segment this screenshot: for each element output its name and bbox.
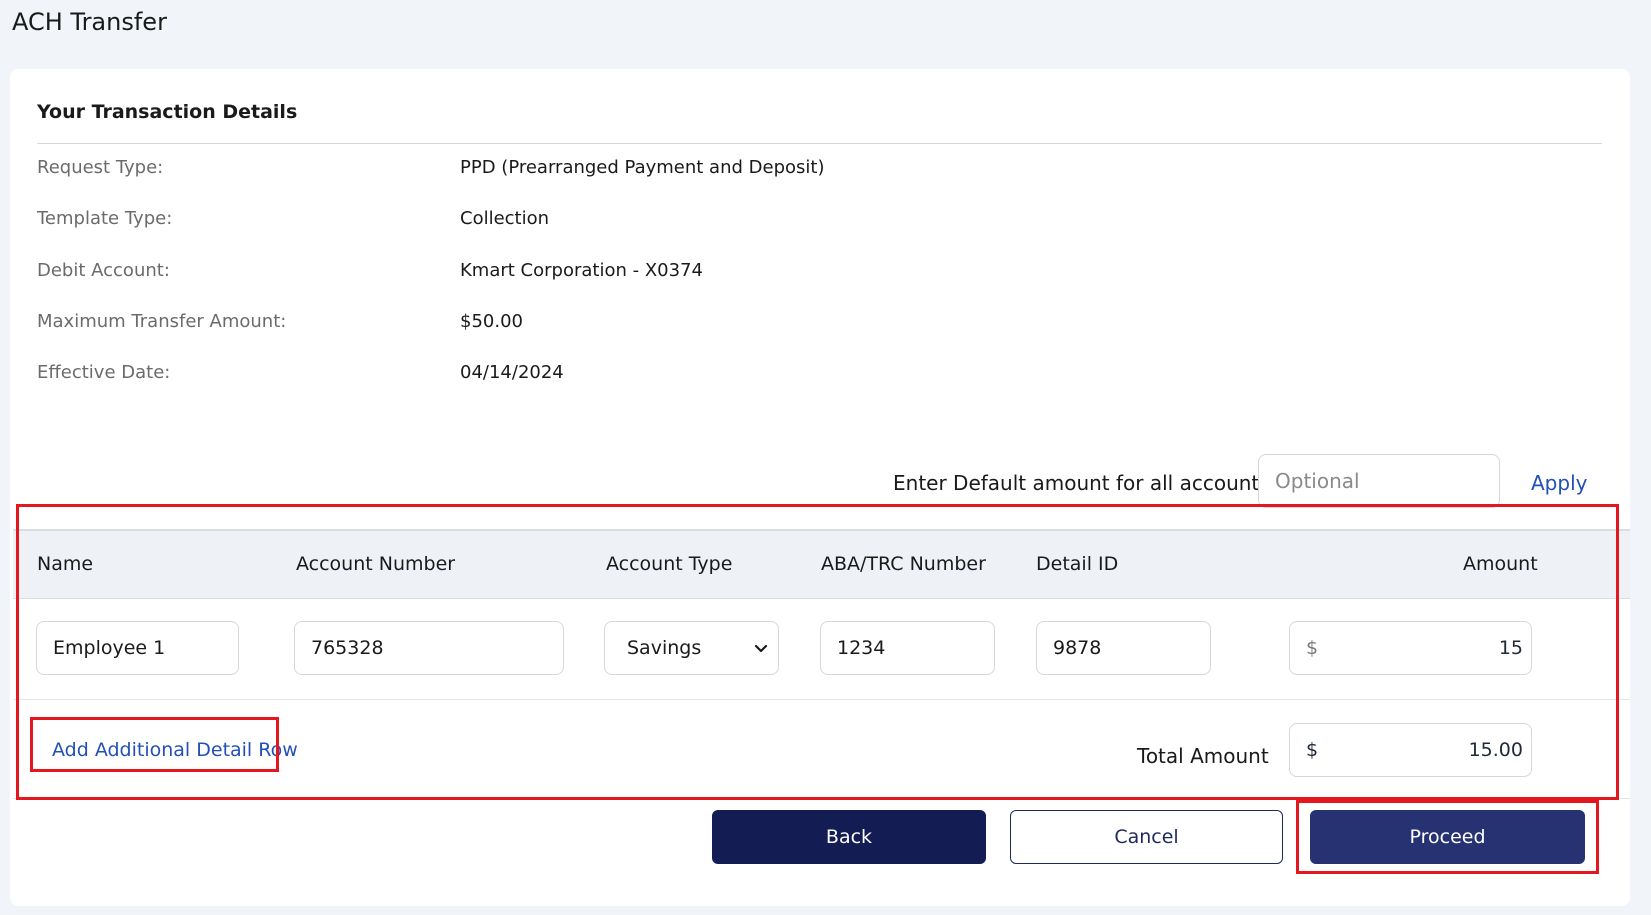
detail-label: Maximum Transfer Amount: — [37, 311, 287, 332]
default-amount-label: Enter Default amount for all accounts $ — [893, 471, 1289, 495]
currency-symbol: $ — [1306, 637, 1319, 659]
detail-label: Effective Date: — [37, 362, 171, 383]
amount-input[interactable]: $ 15 — [1289, 621, 1532, 675]
amount-value: 15 — [1498, 637, 1523, 659]
header-name: Name — [37, 553, 94, 575]
chevron-down-icon — [754, 644, 768, 653]
header-detail-id: Detail ID — [1036, 553, 1119, 575]
header-amount: Amount — [1463, 553, 1538, 575]
total-amount-value: 15.00 — [1468, 739, 1523, 761]
default-amount-input[interactable] — [1258, 454, 1500, 508]
back-button[interactable]: Back — [712, 810, 986, 864]
table-bottom-divider — [13, 798, 1630, 799]
header-account-type: Account Type — [606, 553, 733, 575]
detail-value: $50.00 — [460, 311, 523, 332]
account-type-select[interactable]: Savings — [604, 621, 779, 675]
detail-value: PPD (Prearranged Payment and Deposit) — [460, 157, 825, 178]
header-aba-trc: ABA/TRC Number — [821, 553, 986, 575]
detail-label: Debit Account: — [37, 260, 170, 281]
detail-id-input[interactable]: 9878 — [1036, 621, 1211, 675]
name-input[interactable]: Employee 1 — [36, 621, 239, 675]
table-header: Name Account Number Account Type ABA/TRC… — [13, 529, 1630, 599]
aba-trc-input[interactable]: 1234 — [820, 621, 995, 675]
page-title: ACH Transfer — [12, 8, 167, 36]
transaction-card: Your Transaction Details Request Type: P… — [10, 69, 1630, 906]
section-divider — [37, 143, 1602, 144]
total-amount-label: Total Amount — [1137, 744, 1269, 768]
aba-trc-value: 1234 — [837, 637, 886, 659]
account-number-value: 765328 — [311, 637, 384, 659]
total-currency-symbol: $ — [1306, 739, 1319, 761]
apply-link[interactable]: Apply — [1531, 471, 1587, 495]
detail-value: 04/14/2024 — [460, 362, 564, 383]
cancel-button[interactable]: Cancel — [1010, 810, 1283, 864]
ach-transfer-page: ACH Transfer Your Transaction Details Re… — [0, 0, 1651, 915]
detail-value: Kmart Corporation - X0374 — [460, 260, 703, 281]
total-amount-field: $ 15.00 — [1289, 723, 1532, 777]
detail-value: Collection — [460, 208, 550, 229]
add-detail-row-link[interactable]: Add Additional Detail Row — [52, 739, 298, 761]
account-number-input[interactable]: 765328 — [294, 621, 564, 675]
header-account-number: Account Number — [296, 553, 456, 575]
detail-id-value: 9878 — [1053, 637, 1102, 659]
detail-label: Template Type: — [37, 208, 173, 229]
section-title: Your Transaction Details — [37, 101, 298, 123]
account-type-value: Savings — [627, 637, 702, 659]
row-divider — [13, 699, 1630, 700]
proceed-button[interactable]: Proceed — [1310, 810, 1585, 864]
detail-label: Request Type: — [37, 157, 164, 178]
name-value: Employee 1 — [53, 637, 166, 659]
